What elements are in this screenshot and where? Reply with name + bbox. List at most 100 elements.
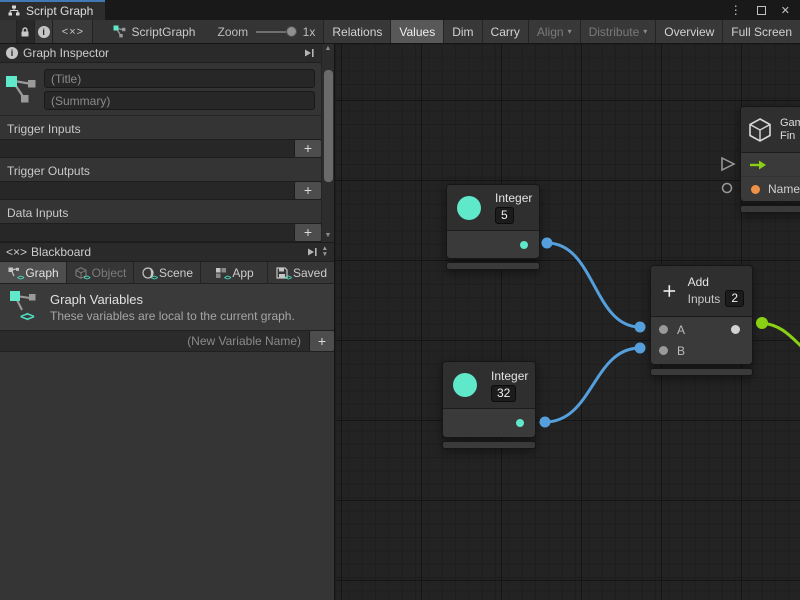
- script-graph-tab[interactable]: Script Graph: [0, 0, 105, 20]
- node-footer: [650, 368, 753, 376]
- wire-integer2-to-add-b[interactable]: [545, 348, 640, 422]
- graph-inspector-header: i Graph Inspector: [0, 44, 321, 63]
- scrollbar-thumb[interactable]: [324, 70, 333, 182]
- graph-variables-icon: <>: [9, 290, 39, 324]
- scroll-down-icon[interactable]: ▼: [322, 252, 328, 258]
- empty-list: [0, 182, 294, 199]
- graph-icon: [5, 74, 39, 106]
- title-field[interactable]: [44, 69, 315, 88]
- integer-node-2[interactable]: Integer 32: [442, 361, 536, 449]
- app-variables-icon: [214, 266, 228, 279]
- graph-toolbar: i <×> ScriptGraph Zoom 1x Relations Valu…: [0, 20, 800, 44]
- output-port[interactable]: [731, 325, 740, 334]
- integer-type-icon: [457, 196, 481, 220]
- zoom-slider-handle[interactable]: [286, 26, 297, 37]
- tab-object[interactable]: Object: [67, 262, 134, 283]
- name-input-port[interactable]: [751, 185, 760, 194]
- scene-variables-icon: [141, 266, 155, 279]
- overview-button[interactable]: Overview: [655, 20, 722, 43]
- panel-toggle-icon[interactable]: [306, 247, 318, 257]
- data-inputs-label: Data Inputs: [0, 200, 321, 223]
- scroll-up-icon[interactable]: ▲: [325, 44, 332, 54]
- node-footer: [442, 441, 536, 449]
- add-node[interactable]: Add Inputs 2 A: [650, 265, 753, 376]
- variables-empty-area: [0, 352, 334, 600]
- inputs-count-field[interactable]: 2: [725, 290, 744, 307]
- scroll-down-icon[interactable]: ▼: [325, 231, 332, 241]
- output-port[interactable]: [516, 419, 524, 427]
- values-button[interactable]: Values: [390, 20, 443, 43]
- cube-icon: [747, 117, 773, 143]
- lock-button[interactable]: [16, 20, 35, 43]
- dim-button[interactable]: Dim: [443, 20, 481, 43]
- bolt-graph-icon: [113, 25, 126, 38]
- output-port[interactable]: [520, 241, 528, 249]
- new-variable-input[interactable]: [0, 331, 309, 351]
- saved-variables-icon: [275, 266, 289, 279]
- carry-button[interactable]: Carry: [482, 20, 528, 43]
- window-controls: ⋮ ✕: [730, 0, 800, 20]
- tab-scene[interactable]: Scene: [134, 262, 201, 283]
- data-input-marker[interactable]: [723, 184, 732, 193]
- inspector-scrollbar[interactable]: ▲ ▼: [321, 44, 334, 242]
- blackboard-title: Blackboard: [31, 245, 91, 259]
- data-inputs-list: +: [0, 223, 321, 242]
- window-maximize-icon[interactable]: [757, 6, 766, 15]
- add-trigger-output-button[interactable]: +: [294, 182, 321, 199]
- integer-type-icon: [453, 373, 477, 397]
- node-footer: [740, 205, 800, 213]
- add-trigger-input-button[interactable]: +: [294, 140, 321, 157]
- trigger-inputs-list: +: [0, 139, 321, 158]
- code-view-button[interactable]: <×>: [53, 20, 93, 43]
- tab-saved[interactable]: Saved: [268, 262, 334, 283]
- add-data-input-button[interactable]: +: [294, 224, 321, 241]
- panel-toggle-icon[interactable]: [303, 48, 315, 58]
- trigger-inputs-label: Trigger Inputs: [0, 116, 321, 139]
- port-b-label: B: [677, 344, 685, 358]
- port-a-label: A: [677, 323, 685, 337]
- node-title: Add: [688, 275, 709, 289]
- fullscreen-button[interactable]: Full Screen: [722, 20, 800, 43]
- wire-endpoint[interactable]: [542, 238, 553, 249]
- input-port-b[interactable]: [659, 346, 668, 355]
- graph-variables-heading: Graph Variables: [50, 292, 295, 307]
- flow-input-marker[interactable]: [722, 158, 734, 170]
- wire-endpoint[interactable]: [540, 417, 551, 428]
- integer-value-field[interactable]: 5: [495, 207, 514, 224]
- zoom-value: 1x: [303, 25, 316, 39]
- svg-text:<>: <>: [20, 309, 34, 324]
- node-footer: [446, 262, 540, 270]
- wire-endpoint[interactable]: [635, 343, 646, 354]
- distribute-button[interactable]: Distribute ▾: [580, 20, 656, 43]
- node-title-line1: Gam: [780, 117, 800, 130]
- wire-add-output[interactable]: [762, 323, 800, 347]
- wire-endpoint[interactable]: [756, 317, 768, 329]
- info-icon: i: [6, 47, 18, 59]
- add-variable-button[interactable]: +: [309, 331, 334, 351]
- wire-integer1-to-add-a[interactable]: [547, 243, 640, 327]
- zoom-slider[interactable]: [256, 26, 297, 38]
- integer-node-1[interactable]: Integer 5: [446, 184, 540, 270]
- chevron-down-icon: ▾: [643, 27, 647, 36]
- graph-variables-description: These variables are local to the current…: [50, 309, 295, 323]
- blackboard-scroll-arrows[interactable]: ▲▼: [322, 246, 328, 258]
- window-close-icon[interactable]: ✕: [781, 4, 790, 17]
- trigger-outputs-list: +: [0, 181, 321, 200]
- align-button[interactable]: Align ▾: [528, 20, 580, 43]
- wire-endpoint[interactable]: [635, 322, 646, 333]
- chevron-down-icon: ▾: [568, 27, 572, 36]
- tab-graph[interactable]: Graph: [0, 262, 67, 283]
- graph-canvas[interactable]: Integer 5 Integer: [335, 44, 800, 600]
- integer-value-field[interactable]: 32: [491, 385, 516, 402]
- relations-button[interactable]: Relations: [323, 20, 390, 43]
- zoom-label: Zoom: [217, 25, 248, 39]
- window-menu-icon[interactable]: ⋮: [730, 3, 742, 17]
- summary-field[interactable]: [44, 91, 315, 110]
- window-title: Script Graph: [26, 4, 93, 18]
- script-graph-icon: [8, 5, 20, 17]
- input-port-a[interactable]: [659, 325, 668, 334]
- gameobject-find-node[interactable]: Gam Fin Name: [740, 106, 800, 213]
- tab-app[interactable]: App: [201, 262, 268, 283]
- flow-arrow-icon[interactable]: [749, 160, 767, 170]
- info-button[interactable]: i: [35, 20, 53, 43]
